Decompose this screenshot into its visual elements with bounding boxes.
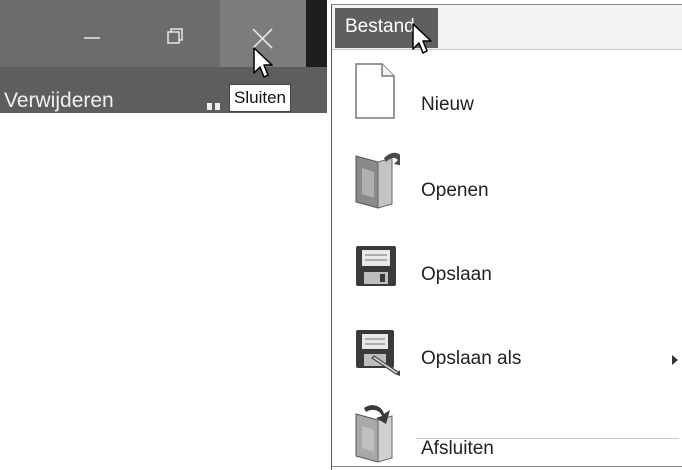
menu-item-open[interactable]: Openen <box>332 138 682 218</box>
mouse-pointer-icon <box>412 23 432 54</box>
menu-item-label: Afsluiten <box>421 438 494 459</box>
menu-item-label: Opslaan als <box>421 348 522 369</box>
menu-item-label: Openen <box>421 180 489 201</box>
window-edge <box>306 0 327 67</box>
ribbon-text[interactable]: Verwijderen <box>4 89 114 113</box>
menu-item-label: Opslaan <box>421 264 492 285</box>
exit-icon <box>355 405 393 463</box>
mouse-pointer-icon <box>253 47 273 78</box>
close-tooltip: Sluiten <box>229 84 291 112</box>
save-icon <box>356 246 396 286</box>
submenu-arrow-icon <box>672 355 678 365</box>
ribbon-dots-icon <box>207 103 220 110</box>
open-folder-icon <box>355 152 400 209</box>
save-as-icon <box>356 330 400 376</box>
menu-item-new[interactable]: Nieuw <box>332 54 682 134</box>
minimize-button[interactable] <box>62 0 120 67</box>
restore-icon <box>167 28 183 44</box>
file-menu-panel: Bestand Nieuw Openen Opslaan Opslaan als… <box>331 4 682 470</box>
screenshot: Verwijderen Sluiten Bestand Nieuw Openen… <box>0 0 682 470</box>
menu-bar: Bestand <box>332 4 682 50</box>
minimize-icon <box>84 37 100 39</box>
new-document-icon <box>355 63 395 119</box>
menu-item-label: Nieuw <box>421 94 474 115</box>
restore-button[interactable] <box>148 0 206 67</box>
menu-border <box>332 466 682 467</box>
menu-item-save[interactable]: Opslaan <box>332 224 682 304</box>
menu-item-save-as[interactable]: Opslaan als <box>332 308 682 388</box>
menu-item-exit[interactable]: Afsluiten <box>332 396 682 470</box>
